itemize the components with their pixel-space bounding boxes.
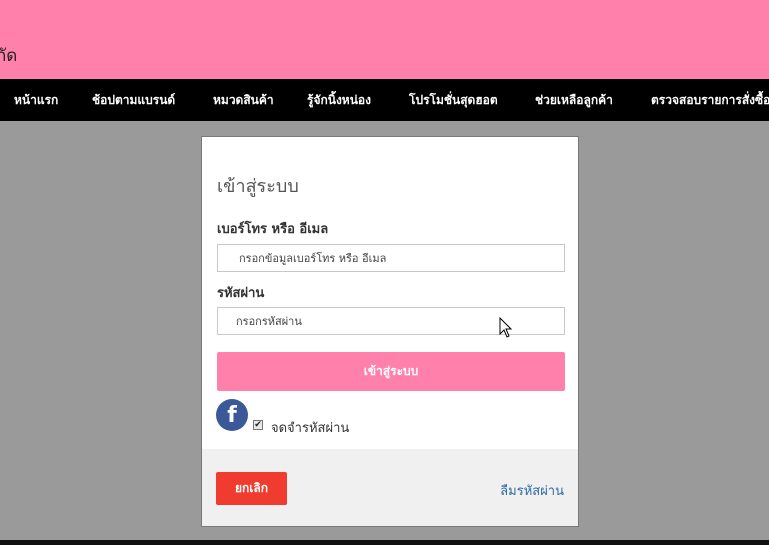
dialog-title: เข้าสู่ระบบ bbox=[217, 176, 299, 197]
remember-label: จดจำรหัสผ่าน bbox=[271, 421, 350, 436]
login-dialog: เข้าสู่ระบบ เบอร์โทร หรือ อีเมล รหัสผ่าน… bbox=[201, 136, 579, 527]
nav-item-customer-help[interactable]: ช่วยเหลือลูกค้า bbox=[535, 79, 613, 121]
forgot-password-link[interactable]: ลืมรหัสผ่าน bbox=[500, 480, 564, 501]
nav-item-shop-by-brand[interactable]: ช้อปตามแบรนด์ bbox=[92, 79, 175, 121]
nav-item-promotions[interactable]: โปรโมชั่นสุดฮอต bbox=[409, 79, 498, 121]
dialog-footer: ยกเลิก ลืมรหัสผ่าน bbox=[202, 449, 578, 526]
mouse-cursor-icon bbox=[499, 317, 513, 338]
nav-item-categories[interactable]: หมวดสินค้า bbox=[213, 79, 274, 121]
login-button[interactable]: เข้าสู่ระบบ bbox=[217, 352, 565, 391]
site-header: กัด bbox=[0, 0, 769, 79]
nav-item-about[interactable]: รู้จักนิ้งหน่อง bbox=[307, 79, 371, 121]
remember-checkbox[interactable]: ✔ bbox=[253, 420, 263, 430]
cancel-button[interactable]: ยกเลิก bbox=[216, 472, 287, 505]
identifier-input[interactable] bbox=[217, 244, 565, 272]
brand-name: กัด bbox=[0, 46, 18, 66]
nav-item-order-check[interactable]: ตรวจสอบรายการสั่งซื้อ bbox=[651, 79, 769, 121]
identifier-label: เบอร์โทร หรือ อีเมล bbox=[217, 222, 329, 237]
main-nav: หน้าแรก ช้อปตามแบรนด์ หมวดสินค้า รู้จักน… bbox=[0, 79, 769, 121]
facebook-icon[interactable]: f bbox=[216, 399, 248, 431]
password-label: รหัสผ่าน bbox=[217, 286, 265, 301]
nav-item-home[interactable]: หน้าแรก bbox=[14, 79, 58, 121]
page-bottom-border bbox=[0, 540, 769, 545]
